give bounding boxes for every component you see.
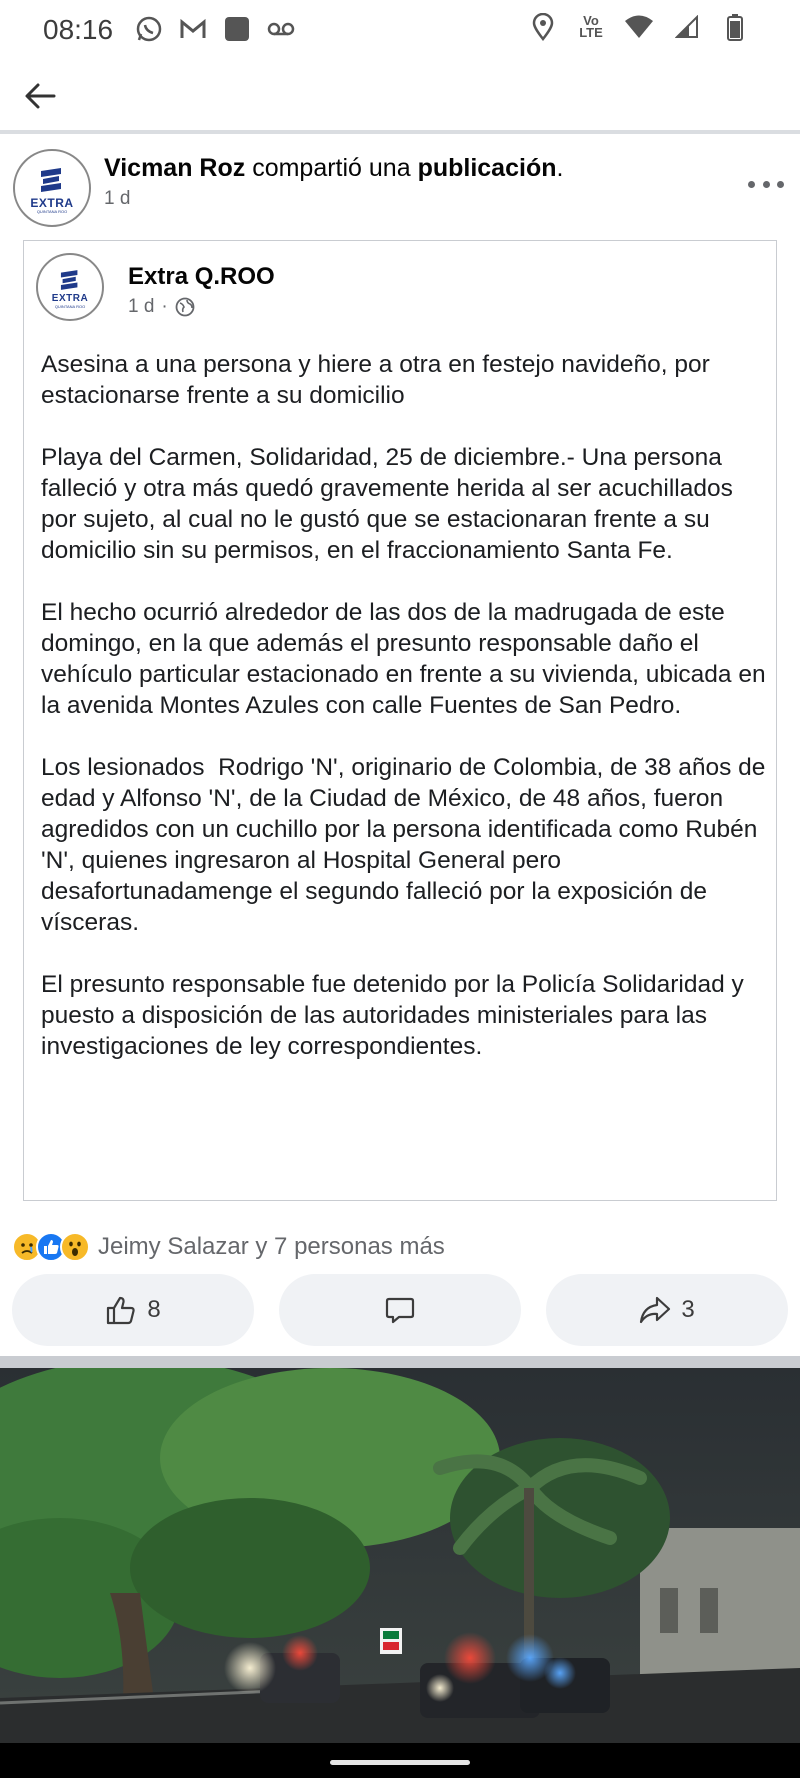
post-paragraph: Asesina a una persona y hiere a otra en …: [41, 351, 717, 409]
voicemail-icon: [266, 14, 296, 44]
status-bar: 08:16 Vo LTE: [0, 0, 800, 58]
like-count: 8: [147, 1296, 161, 1323]
gmail-icon: [178, 14, 208, 44]
share-count: 3: [681, 1296, 695, 1323]
page-name[interactable]: Extra Q.ROO: [128, 263, 275, 291]
action-text: compartió una: [245, 154, 418, 182]
avatar-sub: QUINTANA ROO: [36, 208, 68, 214]
share-arrow-icon: [640, 1296, 671, 1324]
globe-icon: [175, 297, 195, 317]
avatar-word: EXTRA: [30, 195, 74, 210]
location-icon: [528, 12, 558, 42]
system-nav-bar: [0, 1743, 800, 1778]
author-avatar[interactable]: EXTRA QUINTANA ROO: [13, 149, 91, 227]
author-name[interactable]: Vicman Roz: [104, 154, 245, 182]
volte-bottom: LTE: [579, 25, 603, 40]
signal-icon: [672, 12, 702, 42]
back-button[interactable]: [20, 76, 60, 116]
post-paragraph: El hecho ocurrió alrededor de las dos de…: [41, 599, 773, 719]
app-square-icon: [222, 14, 252, 44]
like-button[interactable]: 8: [12, 1274, 254, 1346]
post-header: EXTRA QUINTANA ROO Vicman Roz compartió …: [0, 138, 800, 238]
shared-meta: 1 d ·: [128, 296, 195, 318]
page-avatar[interactable]: EXTRA QUINTANA ROO: [36, 253, 104, 321]
post-paragraph: Playa del Carmen, Solidaridad, 25 de dic…: [41, 444, 740, 564]
reactions-label[interactable]: Jeimy Salazar y 7 personas más: [98, 1233, 445, 1261]
battery-icon: [720, 12, 750, 42]
post-photo[interactable]: [0, 1368, 800, 1743]
share-button[interactable]: 3: [546, 1274, 788, 1346]
trailing-dot: .: [556, 154, 564, 182]
night-street-photo: [0, 1368, 800, 1743]
home-gesture-handle[interactable]: [330, 1760, 470, 1765]
extra-logo-icon: [41, 167, 61, 192]
post-paragraph: El presunto responsable fue detenido por…: [41, 971, 751, 1060]
volte-icon: Vo LTE: [576, 12, 606, 42]
post-actions: 8 3: [12, 1274, 788, 1346]
status-time: 08:16: [43, 14, 114, 45]
more-dot-icon: [762, 180, 770, 188]
post-time[interactable]: 1 d: [104, 188, 130, 210]
more-options-button[interactable]: [748, 174, 784, 194]
more-dot-icon: [777, 180, 784, 188]
post-divider: [0, 1356, 800, 1368]
post-paragraph: Los lesionados Rodrigo 'N', originario d…: [41, 754, 773, 936]
extra-logo-icon: [60, 269, 78, 290]
meta-separator: ·: [161, 296, 168, 317]
post-body: Asesina a una persona y hiere a otra en …: [41, 349, 771, 1093]
arrow-left-icon: [25, 83, 56, 109]
whatsapp-icon: [134, 14, 164, 44]
shared-post-card[interactable]: EXTRA QUINTANA ROO Extra Q.ROO 1 d · Ase…: [23, 240, 777, 1201]
more-dot-icon: [748, 180, 755, 188]
avatar-sub: QUINTANA ROO: [54, 303, 86, 309]
shared-time[interactable]: 1 d: [128, 296, 154, 318]
avatar-word: EXTRA: [51, 292, 89, 304]
reactions-summary[interactable]: Jeimy Salazar y 7 personas más: [12, 1230, 445, 1264]
object-link[interactable]: publicación: [418, 154, 557, 182]
app-bar: [0, 58, 800, 134]
comment-icon: [385, 1297, 415, 1324]
wow-reaction-icon: [60, 1232, 90, 1262]
post-header-line: Vicman Roz compartió una publicación.: [104, 154, 563, 183]
wifi-icon: [624, 12, 654, 42]
thumbs-up-icon: [107, 1296, 135, 1325]
comment-button[interactable]: [279, 1274, 521, 1346]
